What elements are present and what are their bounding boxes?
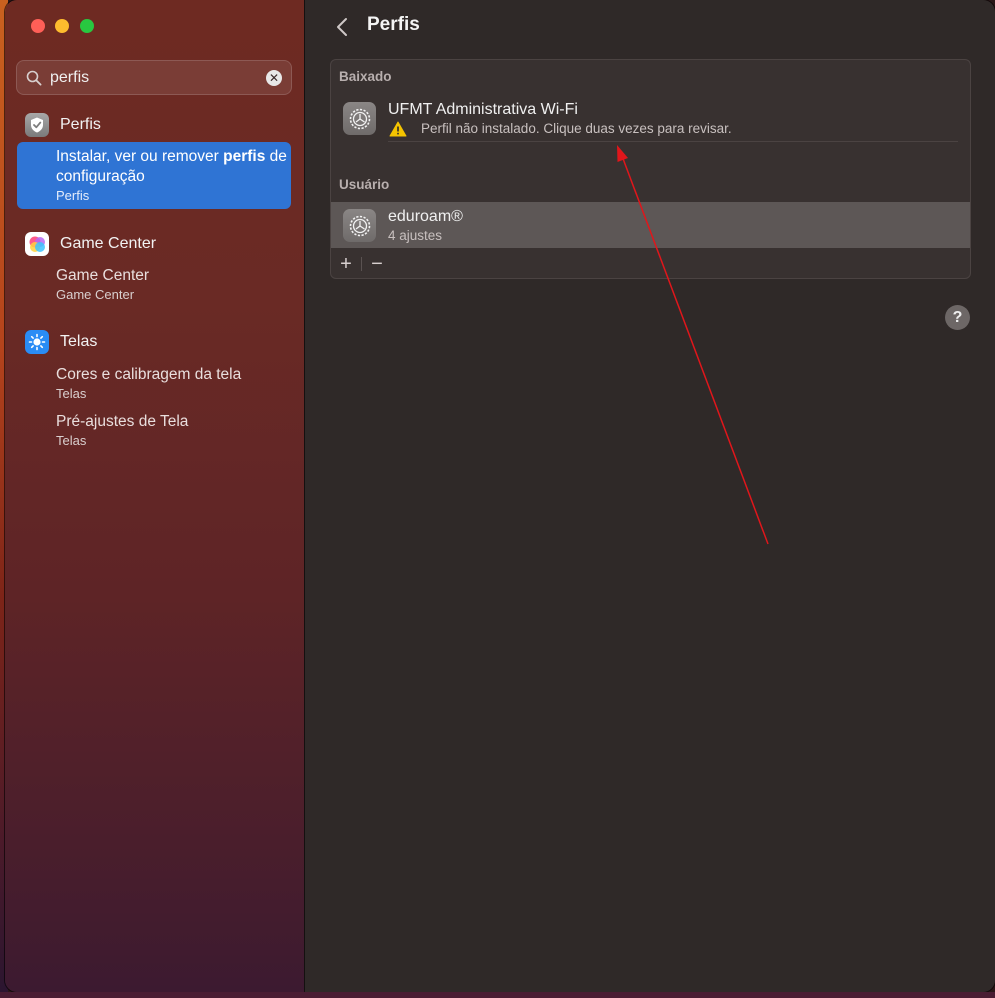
profile-title: UFMT Administrativa Wi-Fi <box>388 101 578 118</box>
content-pane: Perfis Baixado UFMT Administrativa Wi-Fi <box>305 0 995 992</box>
toolbar-divider <box>361 257 362 271</box>
profile-check-icon <box>25 113 49 137</box>
result-subtitle: Perfis <box>56 188 90 203</box>
result-title: Cores e calibragem da tela <box>56 366 242 383</box>
profile-status: Perfil não instalado. Clique duas vezes … <box>421 121 732 136</box>
section-perfis[interactable]: Perfis <box>25 112 101 138</box>
profile-subtitle: 4 ajustes <box>388 228 443 243</box>
row-divider <box>388 141 958 142</box>
minimize-window-button[interactable] <box>55 19 69 33</box>
search-result-cores-calibragem[interactable]: Cores e calibragem da tela Telas <box>17 365 291 402</box>
result-title: Game Center <box>56 267 150 284</box>
settings-window: ✕ Perfis Instalar, ver ou remover perfis… <box>5 0 995 992</box>
panel-toolbar: + − <box>331 250 970 278</box>
sidebar: ✕ Perfis Instalar, ver ou remover perfis… <box>5 0 305 992</box>
result-title: Instalar, ver ou remover perfis de confi… <box>56 148 287 185</box>
display-sun-icon <box>25 330 49 354</box>
group-label-baixado: Baixado <box>339 69 392 84</box>
section-game-center[interactable]: Game Center <box>25 231 156 257</box>
search-result-instalar-perfis[interactable]: Instalar, ver ou remover perfis de confi… <box>17 142 291 209</box>
clear-search-icon[interactable]: ✕ <box>266 70 282 86</box>
result-title: Pré-ajustes de Tela <box>56 413 189 430</box>
search-result-pre-ajustes[interactable]: Pré-ajustes de Tela Telas <box>17 412 291 449</box>
result-subtitle: Telas <box>56 433 87 448</box>
help-button[interactable]: ? <box>945 305 970 330</box>
gear-icon <box>343 102 376 135</box>
section-title: Game Center <box>60 235 157 252</box>
close-window-button[interactable] <box>31 19 45 33</box>
group-label-usuario: Usuário <box>339 177 390 192</box>
remove-profile-button[interactable]: − <box>365 253 389 275</box>
result-subtitle: Game Center <box>56 287 135 302</box>
zoom-window-button[interactable] <box>80 19 94 33</box>
gear-icon <box>343 209 376 242</box>
game-center-icon <box>25 232 49 256</box>
profile-row-eduroam[interactable]: eduroam® 4 ajustes <box>331 202 970 248</box>
page-title: Perfis <box>367 14 420 35</box>
search-field[interactable]: ✕ <box>16 60 292 95</box>
back-chevron-icon[interactable] <box>335 17 349 37</box>
search-result-game-center[interactable]: Game Center Game Center <box>17 266 291 303</box>
search-input[interactable] <box>50 68 250 88</box>
search-icon <box>26 70 42 86</box>
desktop-bottom-edge <box>0 992 995 998</box>
profiles-panel: Baixado UFMT Administrativa Wi-Fi Perfil… <box>330 59 971 279</box>
add-profile-button[interactable]: + <box>334 253 358 275</box>
warning-icon <box>389 121 407 137</box>
profile-title: eduroam® <box>388 208 463 225</box>
section-telas[interactable]: Telas <box>25 329 97 355</box>
section-title: Telas <box>60 333 98 350</box>
result-subtitle: Telas <box>56 386 87 401</box>
section-title: Perfis <box>60 116 101 133</box>
profile-row-ufmt[interactable]: UFMT Administrativa Wi-Fi Perfil não ins… <box>331 95 970 141</box>
